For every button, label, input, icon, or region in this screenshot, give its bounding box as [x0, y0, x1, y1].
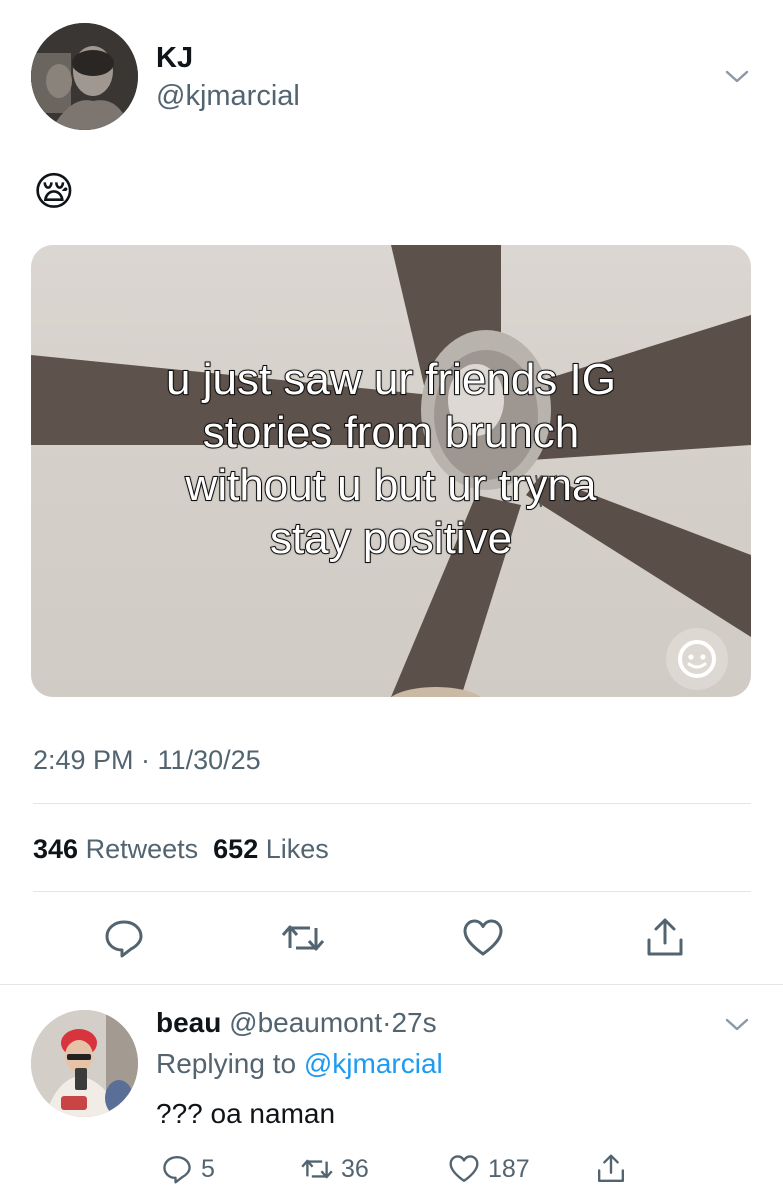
likes-count[interactable]: 652: [213, 834, 258, 864]
reply-author-avatar[interactable]: [31, 1010, 138, 1117]
author-name[interactable]: KJ: [156, 42, 193, 75]
reply-count: 5: [201, 1154, 215, 1183]
reply-share-button[interactable]: [594, 1150, 628, 1188]
divider: [33, 891, 751, 892]
retweet-icon: [301, 1159, 333, 1179]
retweet-icon[interactable]: [280, 915, 326, 961]
reply-text: ??? oa naman: [156, 1098, 336, 1129]
media-caption: u just saw ur friends IG stories from br…: [31, 353, 751, 565]
author-avatar[interactable]: [31, 23, 138, 130]
author-handle[interactable]: @kjmarcial: [156, 80, 300, 113]
smiley-icon[interactable]: [666, 628, 728, 690]
tweet-media[interactable]: u just saw ur friends IG stories from br…: [31, 245, 751, 697]
chevron-down-icon[interactable]: [722, 1010, 752, 1040]
tweet-text: 😪: [33, 169, 75, 215]
replying-to: Replying to @kjmarcial: [156, 1048, 443, 1080]
retweets-label[interactable]: Retweets: [86, 834, 199, 864]
reply-like-button[interactable]: 187: [447, 1150, 530, 1188]
reply-author-handle[interactable]: @beaumont: [229, 1007, 382, 1038]
share-icon: [597, 1154, 625, 1183]
caption-line-3: without u but ur tryna: [185, 460, 598, 511]
reply-icon[interactable]: [101, 915, 147, 961]
like-icon: [449, 1155, 479, 1183]
replying-mention[interactable]: @kjmarcial: [304, 1048, 443, 1079]
likes-label[interactable]: Likes: [266, 834, 329, 864]
reply-header: beau @beaumont·27s: [156, 1007, 437, 1039]
caption-line-1: u just saw ur friends IG: [165, 354, 617, 405]
reply-reply-button[interactable]: 5: [160, 1150, 215, 1188]
divider: [33, 803, 751, 804]
caption-line-2: stories from brunch: [202, 407, 581, 458]
tweet-timestamp[interactable]: 2:49 PM · 11/30/25: [33, 745, 261, 776]
like-icon[interactable]: [460, 915, 506, 961]
retweets-count[interactable]: 346: [33, 834, 78, 864]
replying-prefix: Replying to: [156, 1048, 297, 1079]
reply-icon: [163, 1155, 191, 1184]
reply-retweet-button[interactable]: 36: [300, 1150, 369, 1188]
chevron-down-icon[interactable]: [722, 62, 752, 92]
retweet-count: 36: [341, 1154, 369, 1183]
caption-line-4: stay positive: [269, 513, 513, 564]
reply-author-name[interactable]: beau: [156, 1007, 221, 1038]
engagement-stats: 346 Retweets 652 Likes: [33, 834, 329, 865]
tweet-detail-screen: KJ @kjmarcial 😪 u just saw ur friends IG…: [0, 0, 783, 1200]
reply-time[interactable]: 27s: [391, 1007, 436, 1038]
divider: [0, 984, 783, 985]
like-count: 187: [488, 1154, 530, 1183]
share-icon[interactable]: [642, 915, 688, 961]
